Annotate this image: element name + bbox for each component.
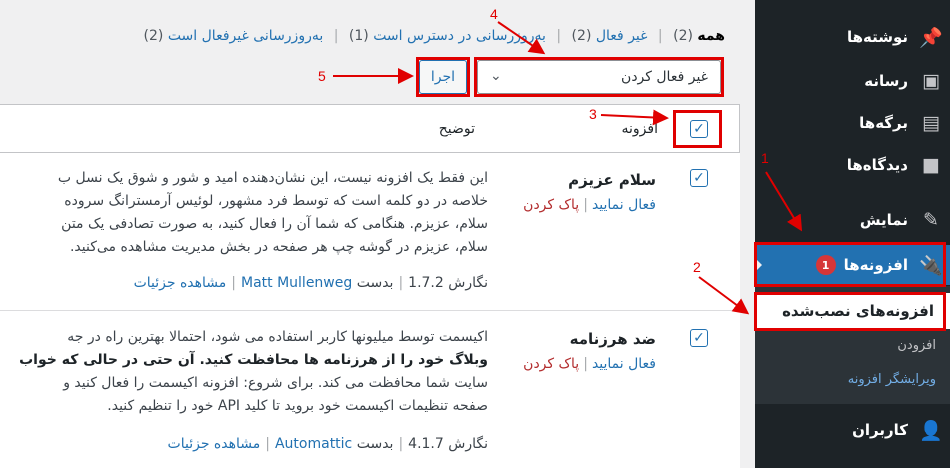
sidebar-item-label: نوشته‌ها [846, 28, 908, 46]
sidebar-item-label: کاربران [852, 421, 908, 439]
sidebar-item-label: افزونه‌ها [843, 256, 908, 274]
appearance-icon: ✎ [923, 209, 939, 231]
submenu-installed-plugins[interactable]: افزونه‌های نصب‌شده [755, 293, 950, 329]
bulk-action-value: غیر فعال کردن [621, 69, 708, 85]
select-all-checkbox[interactable]: ✓ [690, 120, 708, 138]
author-link[interactable]: Matt Mullenweg [241, 275, 352, 291]
chevron-down-icon: ⌄ [490, 68, 502, 84]
details-link[interactable]: مشاهده جزئیات [168, 436, 261, 452]
apply-button[interactable]: اجرا [419, 60, 467, 94]
table-row: ✓ ضد هرزنامه فعال نمایید|پاک کردن اکیسمت… [0, 312, 740, 468]
active-indicator [754, 257, 762, 273]
sidebar-item-comments[interactable]: ■ دیدگاه‌ها [755, 145, 950, 185]
column-header-plugin: افزونه [621, 121, 658, 137]
delete-link[interactable]: پاک کردن [523, 356, 579, 372]
annotation-2: 2 [693, 259, 701, 275]
activate-link[interactable]: فعال نمایید [592, 356, 656, 372]
sidebar-item-label: نمایش [859, 211, 908, 229]
annotation-1: 1 [761, 150, 769, 166]
annotation-5: 5 [318, 68, 326, 84]
filter-all[interactable]: همه [697, 28, 725, 44]
users-icon: 👤 [919, 419, 943, 442]
annotation-3: 3 [589, 106, 597, 122]
annotation-4: 4 [490, 6, 498, 22]
sidebar-item-label: برگه‌ها [859, 114, 908, 132]
sidebar-item-label: دیدگاه‌ها [846, 156, 908, 174]
plugin-meta: نگارش 4.1.7|بدست Automattic|مشاهده جزئیا… [167, 436, 488, 452]
table-row: ✓ سلام عزیزم فعال نمایید|پاک کردن این فق… [0, 153, 740, 311]
details-link[interactable]: مشاهده جزئیات [134, 275, 227, 291]
plugin-name: ضد هرزنامه [569, 330, 656, 348]
author-link[interactable]: Automattic [275, 436, 352, 452]
row-checkbox[interactable]: ✓ [690, 169, 708, 187]
media-icon: ▣ [922, 70, 940, 92]
sidebar-item-pages[interactable]: ▤ برگه‌ها [755, 103, 950, 143]
table-header: ✓ افزونه توضیح [0, 105, 740, 153]
plugin-name: سلام عزیزم [568, 171, 656, 189]
plugins-table: ✓ افزونه توضیح ✓ سلام عزیزم فعال نمایید|… [0, 104, 740, 468]
sidebar-item-media[interactable]: ▣ رسانه [755, 61, 950, 101]
sidebar-item-posts[interactable]: 📌 نوشته‌ها [755, 17, 950, 57]
sidebar-item-plugins[interactable]: 🔌 افزونه‌ها 1 [754, 245, 950, 285]
filter-inactive[interactable]: غیر فعال [596, 28, 648, 44]
filter-autoupdate-disabled[interactable]: به‌روزرسانی غیرفعال است [168, 28, 323, 44]
plugin-actions: فعال نمایید|پاک کردن [523, 356, 656, 372]
plugin-description: این فقط یک افزونه نیست، این نشان‌دهنده ا… [57, 170, 488, 255]
submenu-add-new[interactable]: افزودن [755, 338, 950, 353]
update-count-badge: 1 [815, 255, 836, 275]
submenu-plugin-editor[interactable]: ویرایشگر افزونه [755, 372, 950, 387]
bulk-action-select[interactable]: غیر فعال کردن ⌄ [477, 60, 721, 94]
plugin-status-filters: همه (2) | غیر فعال (2) | به‌روزرسانی در … [143, 28, 726, 44]
main-content: همه (2) | غیر فعال (2) | به‌روزرسانی در … [0, 0, 755, 468]
plugins-icon: 🔌 [919, 254, 943, 277]
pages-icon: ▤ [922, 112, 940, 134]
plugin-meta: نگارش 1.7.2|بدست Matt Mullenweg|مشاهده ج… [133, 275, 488, 291]
column-header-description: توضیح [438, 121, 475, 137]
plugin-description: اکیسمت توسط میلیونها کاربر استفاده می شو… [19, 329, 488, 414]
sidebar-item-users[interactable]: 👤 کاربران [755, 410, 950, 450]
pin-icon: 📌 [919, 26, 943, 49]
filter-update-available[interactable]: به‌روزرسانی در دسترس است [373, 28, 546, 44]
sidebar-item-label: رسانه [864, 72, 908, 90]
activate-link[interactable]: فعال نمایید [592, 197, 656, 213]
delete-link[interactable]: پاک کردن [523, 197, 579, 213]
admin-sidebar: 📌 نوشته‌ها ▣ رسانه ▤ برگه‌ها ■ دیدگاه‌ها… [754, 0, 950, 468]
comments-icon: ■ [922, 154, 940, 176]
plugin-actions: فعال نمایید|پاک کردن [523, 197, 656, 213]
sidebar-item-appearance[interactable]: ✎ نمایش [755, 200, 950, 240]
row-checkbox[interactable]: ✓ [690, 329, 708, 347]
